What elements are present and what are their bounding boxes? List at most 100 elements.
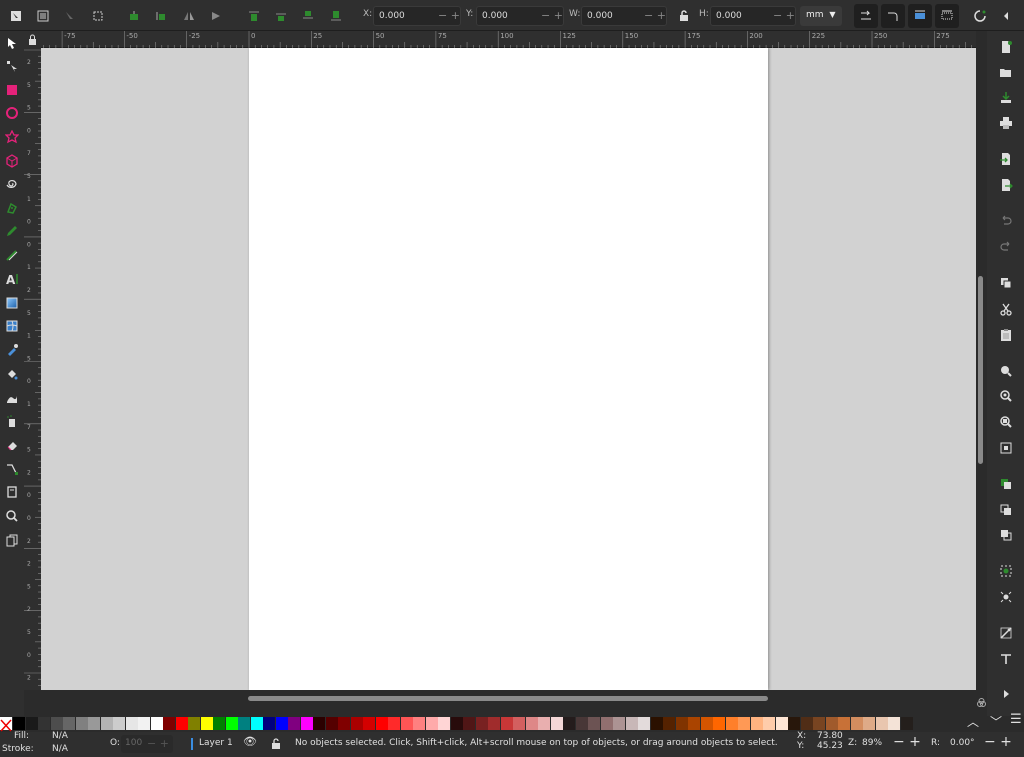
save-button[interactable]	[997, 89, 1015, 107]
mesh-tool[interactable]	[2, 316, 22, 336]
rotate-cw-button[interactable]	[151, 6, 171, 26]
snap-toggle-button[interactable]	[970, 6, 990, 26]
palette-swatch[interactable]	[200, 717, 213, 730]
raise-to-top-button[interactable]	[244, 6, 264, 26]
palette-swatch[interactable]	[375, 717, 388, 730]
export-button[interactable]	[997, 176, 1015, 194]
palette-swatch[interactable]	[625, 717, 638, 730]
lower-button[interactable]	[298, 6, 318, 26]
palette-swatch[interactable]	[313, 717, 325, 730]
no-paint-swatch[interactable]	[0, 717, 12, 732]
group-button[interactable]	[997, 562, 1015, 580]
palette-swatch[interactable]	[663, 717, 675, 730]
redo-button[interactable]	[997, 237, 1015, 255]
palette-swatch[interactable]	[813, 717, 825, 730]
opacity-field[interactable]: 100 − +	[121, 735, 173, 753]
palette-swatch[interactable]	[150, 717, 163, 730]
scale-stroke-button[interactable]	[854, 4, 878, 28]
ungroup-button[interactable]	[997, 588, 1015, 606]
palette-swatch[interactable]	[338, 717, 350, 730]
palette-swatch[interactable]	[563, 717, 575, 730]
connector-tool[interactable]	[2, 459, 22, 479]
lock-proportions-button[interactable]	[674, 6, 694, 26]
horizontal-ruler[interactable]: -75 -50 -25 0 25 50 75 100 125 150 175 200 225 250 275	[41, 31, 976, 48]
paste-button[interactable]	[997, 326, 1015, 344]
unlink-clone-button[interactable]	[997, 526, 1015, 544]
palette-swatch[interactable]	[488, 717, 500, 730]
zoom-page-width-button[interactable]	[997, 439, 1015, 457]
zoom-stepper[interactable]: − +	[893, 734, 921, 750]
palette-swatch[interactable]	[413, 717, 425, 730]
duplicate-button[interactable]	[997, 475, 1015, 493]
palette-swatch[interactable]	[850, 717, 863, 730]
chevron-up-icon[interactable]: ︿	[967, 713, 979, 730]
palette-swatch[interactable]	[75, 717, 88, 730]
select-all-layers-button[interactable]	[33, 6, 53, 26]
deselect-button[interactable]	[60, 6, 80, 26]
star-tool[interactable]	[2, 127, 22, 147]
pen-tool[interactable]	[2, 198, 22, 218]
lock-guides-icon[interactable]	[24, 31, 41, 48]
palette-swatch[interactable]	[350, 717, 363, 730]
3d-box-tool[interactable]	[2, 151, 22, 171]
gradient-tool[interactable]	[2, 293, 22, 313]
palette-swatch[interactable]	[463, 717, 475, 730]
palette-swatch[interactable]	[25, 717, 38, 730]
ellipse-tool[interactable]	[2, 103, 22, 123]
h-stepper[interactable]: − +	[773, 9, 795, 22]
palette-swatch[interactable]	[138, 717, 150, 730]
scale-corners-button[interactable]	[881, 4, 905, 28]
palette-swatch[interactable]	[175, 717, 188, 730]
palette-swatch[interactable]	[875, 717, 888, 730]
touch-select-button[interactable]	[88, 6, 108, 26]
eraser-tool[interactable]	[2, 435, 22, 455]
palette-swatch[interactable]	[188, 717, 200, 730]
palette-swatch[interactable]	[825, 717, 838, 730]
selector-tool[interactable]	[2, 33, 22, 53]
palette-swatch[interactable]	[538, 717, 550, 730]
transform-patterns-button[interactable]	[935, 4, 959, 28]
x-stepper[interactable]: − +	[438, 9, 460, 22]
fill-value[interactable]: N/A	[52, 731, 68, 741]
palette-swatch[interactable]	[575, 717, 588, 730]
palette-swatch[interactable]	[888, 717, 900, 730]
palette-swatch[interactable]	[50, 717, 63, 730]
more-commands-button[interactable]	[997, 685, 1015, 703]
zoom-drawing-button[interactable]	[997, 387, 1015, 405]
palette-swatch[interactable]	[525, 717, 538, 730]
palette-swatch[interactable]	[513, 717, 525, 730]
chevron-down-icon[interactable]: ﹀	[990, 713, 1002, 730]
palette-swatch[interactable]	[638, 717, 650, 730]
palette-swatch[interactable]	[763, 717, 775, 730]
palette-swatch[interactable]	[88, 717, 100, 730]
pencil-tool[interactable]	[2, 221, 22, 241]
palette-swatch[interactable]	[363, 717, 375, 730]
palette-swatch[interactable]	[700, 717, 713, 730]
current-layer[interactable]: Layer 1	[199, 738, 233, 748]
palette-swatch[interactable]	[275, 717, 288, 730]
palette-swatch[interactable]	[13, 717, 25, 730]
palette-swatch[interactable]	[650, 717, 663, 730]
unit-select[interactable]: mm ▼	[800, 6, 842, 26]
vertical-scrollbar-thumb[interactable]	[978, 276, 983, 464]
tweak-tool[interactable]	[2, 388, 22, 408]
spray-tool[interactable]	[2, 411, 22, 431]
select-all-button[interactable]	[6, 6, 26, 26]
palette-swatch[interactable]	[63, 717, 75, 730]
unlock-icon[interactable]	[270, 737, 282, 750]
node-tool[interactable]	[2, 56, 22, 76]
palette-swatch[interactable]	[600, 717, 613, 730]
palette-swatch[interactable]	[713, 717, 725, 730]
palette-swatch[interactable]	[288, 717, 300, 730]
text-tool[interactable]: A	[2, 269, 22, 289]
palette-swatch[interactable]	[750, 717, 763, 730]
palette-swatch[interactable]	[213, 717, 225, 730]
zoom-value[interactable]: 89%	[862, 738, 882, 748]
palette-swatch[interactable]	[425, 717, 438, 730]
snap-menu-button[interactable]	[996, 6, 1016, 26]
rotation-value[interactable]: 0.00°	[950, 738, 975, 748]
palette-swatch[interactable]	[325, 717, 338, 730]
palette-swatch[interactable]	[738, 717, 750, 730]
w-stepper[interactable]: − +	[644, 9, 666, 22]
palette-swatch[interactable]	[775, 717, 788, 730]
